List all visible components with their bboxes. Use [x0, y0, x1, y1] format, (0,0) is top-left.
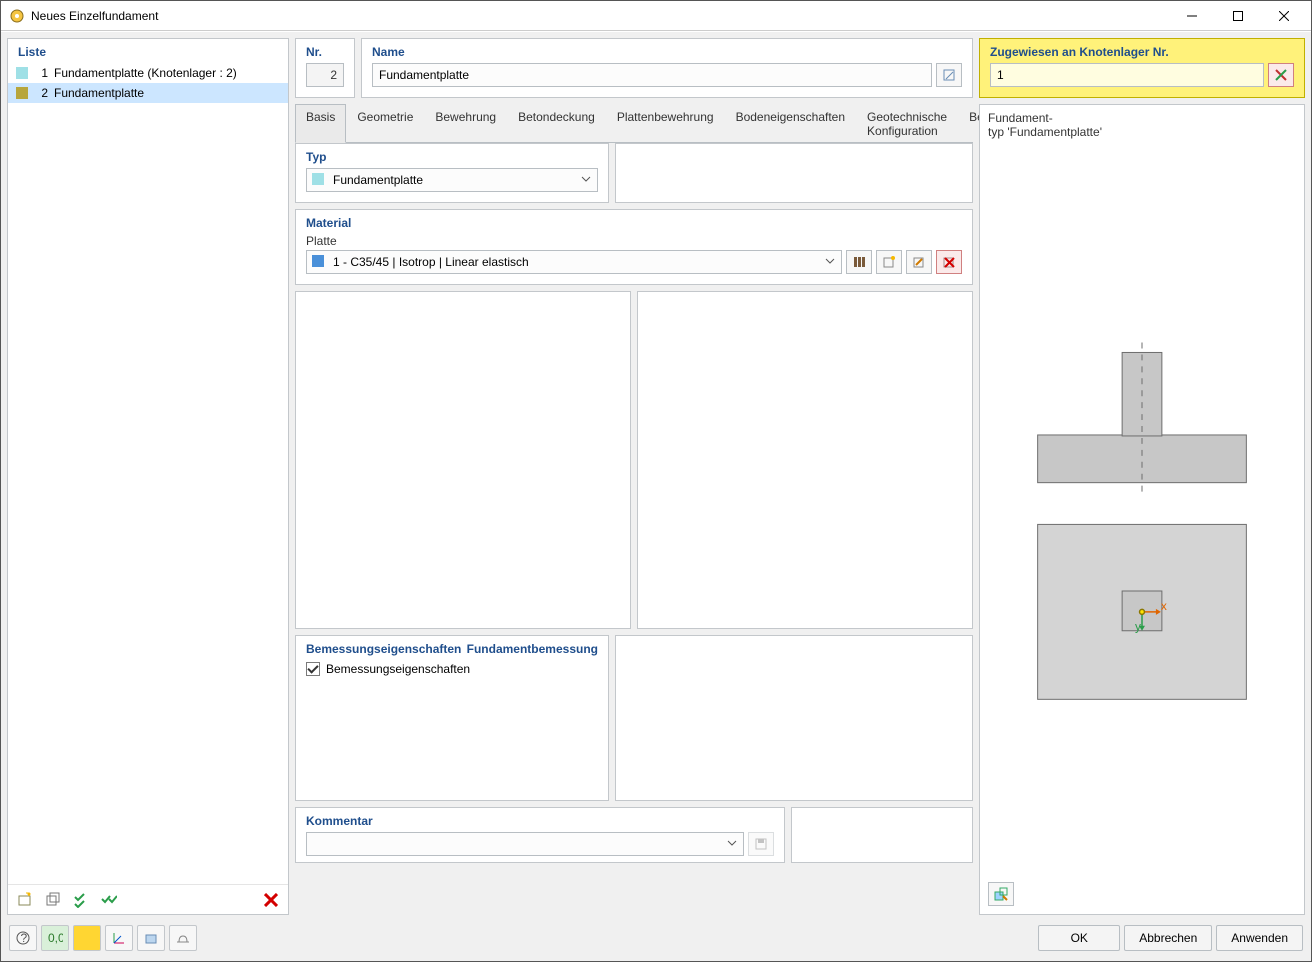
new-item-button[interactable] — [14, 889, 36, 911]
close-button[interactable] — [1261, 1, 1307, 30]
chevron-down-icon — [824, 255, 836, 270]
material-title: Material — [306, 216, 962, 230]
design-properties-checkbox[interactable] — [306, 662, 320, 676]
list-num: 2 — [34, 86, 48, 100]
comment-select[interactable] — [306, 832, 744, 856]
tab-plattenbewehrung[interactable]: Plattenbewehrung — [606, 104, 725, 143]
rename-icon-button[interactable] — [936, 63, 962, 87]
window-title: Neues Einzelfundament — [31, 9, 1169, 23]
cancel-button[interactable]: Abbrechen — [1124, 925, 1212, 951]
pick-node-button[interactable] — [1268, 63, 1294, 87]
check-down-button[interactable] — [70, 889, 92, 911]
tab-geotechnische-konfiguration[interactable]: Geotechnische Konfiguration — [856, 104, 958, 143]
chevron-down-icon — [726, 837, 738, 852]
type-swatch-icon — [312, 173, 324, 185]
tab-bewehrung[interactable]: Bewehrung — [424, 104, 507, 143]
preview-panel: Fundament-typ 'Fundamentplatte' — [979, 104, 1305, 915]
material-value: 1 - C35/45 | Isotrop | Linear elastisch — [333, 255, 529, 269]
empty-panel-mid-left — [295, 291, 631, 629]
tab-betondeckung[interactable]: Betondeckung — [507, 104, 606, 143]
ok-button[interactable]: OK — [1038, 925, 1120, 951]
axis-button[interactable] — [105, 925, 133, 951]
design-left-title: Bemessungseigenschaften — [306, 642, 461, 656]
minimize-button[interactable] — [1169, 1, 1215, 30]
svg-text:?: ? — [21, 931, 28, 945]
list-swatch — [16, 67, 28, 79]
material-select[interactable]: 1 - C35/45 | Isotrop | Linear elastisch — [306, 250, 842, 274]
tab-geometrie[interactable]: Geometrie — [346, 104, 424, 143]
assigned-input[interactable] — [990, 63, 1264, 87]
list-swatch — [16, 87, 28, 99]
foundation-preview: x y — [980, 105, 1304, 914]
material-panel: Material Platte 1 - C35/45 | Isotrop | L… — [295, 209, 973, 285]
svg-text:y: y — [1135, 620, 1141, 634]
material-swatch-icon — [312, 255, 324, 267]
list-pane: Liste 1 Fundamentplatte (Knotenlager : 2… — [7, 38, 289, 915]
titlebar: Neues Einzelfundament — [1, 1, 1311, 31]
design-right-panel — [615, 635, 973, 801]
tab-basis[interactable]: Basis — [295, 104, 346, 143]
preview-settings-button[interactable] — [988, 882, 1014, 906]
svg-text:x: x — [1161, 599, 1167, 613]
comment-save-button[interactable] — [748, 832, 774, 856]
delete-item-button[interactable] — [260, 889, 282, 911]
number-block: Nr. — [295, 38, 355, 98]
name-label: Name — [372, 45, 962, 59]
design-right-title: Fundamentbemessung — [467, 642, 598, 656]
color-button[interactable] — [73, 925, 101, 951]
script-button[interactable] — [169, 925, 197, 951]
design-check-label: Bemessungseigenschaften — [326, 662, 470, 676]
design-properties-panel: Bemessungseigenschaften Fundamentbemessu… — [295, 635, 609, 801]
assigned-block: Zugewiesen an Knotenlager Nr. — [979, 38, 1305, 98]
material-sublabel: Platte — [306, 234, 962, 248]
material-new-button[interactable] — [876, 250, 902, 274]
list-label: Fundamentplatte (Knotenlager : 2) — [54, 66, 237, 80]
foundation-list[interactable]: 1 Fundamentplatte (Knotenlager : 2) 2 Fu… — [8, 63, 288, 884]
copy-item-button[interactable] — [42, 889, 64, 911]
material-delete-button[interactable] — [936, 250, 962, 274]
tab-bodeneigenschaften[interactable]: Bodeneigenschaften — [725, 104, 856, 143]
list-label: Fundamentplatte — [54, 86, 144, 100]
type-value: Fundamentplatte — [333, 173, 423, 187]
help-button[interactable]: ? — [9, 925, 37, 951]
assigned-label: Zugewiesen an Knotenlager Nr. — [990, 45, 1294, 59]
apply-button[interactable]: Anwenden — [1216, 925, 1303, 951]
list-item[interactable]: 2 Fundamentplatte — [8, 83, 288, 103]
comment-extra-panel — [791, 807, 973, 863]
view-button[interactable] — [137, 925, 165, 951]
app-icon — [9, 8, 25, 24]
list-num: 1 — [34, 66, 48, 80]
check-right-button[interactable] — [98, 889, 120, 911]
svg-text:0,00: 0,00 — [48, 931, 63, 945]
empty-panel-top-right — [615, 143, 973, 203]
units-button[interactable]: 0,00 — [41, 925, 69, 951]
list-item[interactable]: 1 Fundamentplatte (Knotenlager : 2) — [8, 63, 288, 83]
name-block: Name — [361, 38, 973, 98]
type-panel: Typ Fundamentplatte — [295, 143, 609, 203]
footer-toolbar: ? 0,00 OK Abbrechen Anwenden — [7, 921, 1305, 955]
nr-label: Nr. — [306, 45, 344, 59]
nr-input[interactable] — [306, 63, 344, 87]
list-header: Liste — [8, 39, 288, 63]
type-title: Typ — [306, 150, 598, 164]
tab-bar: Basis Geometrie Bewehrung Betondeckung P… — [295, 104, 973, 143]
comment-panel: Kommentar — [295, 807, 785, 863]
comment-title: Kommentar — [306, 814, 774, 828]
material-edit-button[interactable] — [906, 250, 932, 274]
maximize-button[interactable] — [1215, 1, 1261, 30]
material-library-button[interactable] — [846, 250, 872, 274]
chevron-down-icon — [580, 173, 592, 188]
type-select[interactable]: Fundamentplatte — [306, 168, 598, 192]
empty-panel-mid-right — [637, 291, 973, 629]
name-input[interactable] — [372, 63, 932, 87]
